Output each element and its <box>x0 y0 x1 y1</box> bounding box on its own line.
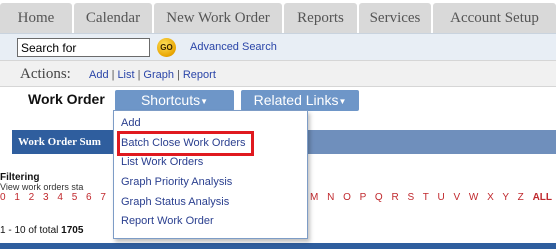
highlight-box <box>117 131 254 156</box>
menu-item-add[interactable]: Add <box>121 117 141 129</box>
action-list-link[interactable]: List <box>117 69 134 81</box>
table-header-bar <box>0 243 556 249</box>
search-input[interactable] <box>17 38 150 57</box>
total-count: 1705 <box>61 225 84 236</box>
actions-label: Actions: <box>20 66 71 82</box>
action-graph-link[interactable]: Graph <box>143 69 174 81</box>
total-prefix: 1 - 10 of total <box>0 225 59 236</box>
tab-new-work-order[interactable]: New Work Order <box>154 3 282 33</box>
related-links-dropdown-button[interactable]: Related Links▼ <box>241 90 359 111</box>
filter-letters[interactable]: M N O P Q R S T U V W X Y Z <box>310 192 527 203</box>
actions-links: Add | List | Graph | Report <box>89 69 216 81</box>
caret-down-icon: ▼ <box>200 96 209 106</box>
related-links-label: Related Links <box>253 92 339 108</box>
tab-services[interactable]: Services <box>359 3 431 33</box>
menu-item-graph-priority[interactable]: Graph Priority Analysis <box>121 176 232 188</box>
shortcuts-menu: Add Batch Close Work Orders List Work Or… <box>113 110 308 239</box>
tab-calendar[interactable]: Calendar <box>74 3 152 33</box>
separator: | <box>177 69 180 81</box>
filter-all-link[interactable]: ALL <box>533 192 552 203</box>
page-title: Work Order <box>28 91 105 107</box>
summary-tab[interactable]: Work Order Sum <box>12 130 116 154</box>
tab-reports[interactable]: Reports <box>284 3 357 33</box>
shortcuts-label: Shortcuts <box>140 92 201 108</box>
go-button[interactable]: GO <box>157 38 176 57</box>
advanced-search-link[interactable]: Advanced Search <box>190 41 277 53</box>
menu-item-graph-status[interactable]: Graph Status Analysis <box>121 196 229 208</box>
pagination-total: 1 - 10 of total 1705 <box>0 225 115 236</box>
search-bar: GO Advanced Search <box>0 33 556 60</box>
tab-home[interactable]: Home <box>0 3 72 33</box>
menu-item-list-work-orders[interactable]: List Work Orders <box>121 156 203 168</box>
menu-item-report-work-order[interactable]: Report Work Order <box>121 215 214 227</box>
action-report-link[interactable]: Report <box>183 69 216 81</box>
action-add-link[interactable]: Add <box>89 69 109 81</box>
filtering-description: View work orders sta <box>0 182 84 192</box>
actions-bar: Actions: Add | List | Graph | Report <box>0 60 556 87</box>
shortcuts-dropdown-button[interactable]: Shortcuts▼ <box>115 90 234 111</box>
filter-letter-links[interactable]: M N O P Q R S T U V W X Y Z ALL <box>310 192 552 203</box>
tab-account-setup[interactable]: Account Setup <box>433 3 556 33</box>
filter-number-links[interactable]: 0 1 2 3 4 5 6 7 <box>0 192 114 203</box>
main-nav-tabs: Home Calendar New Work Order Reports Ser… <box>0 0 556 33</box>
caret-down-icon: ▼ <box>338 96 347 106</box>
